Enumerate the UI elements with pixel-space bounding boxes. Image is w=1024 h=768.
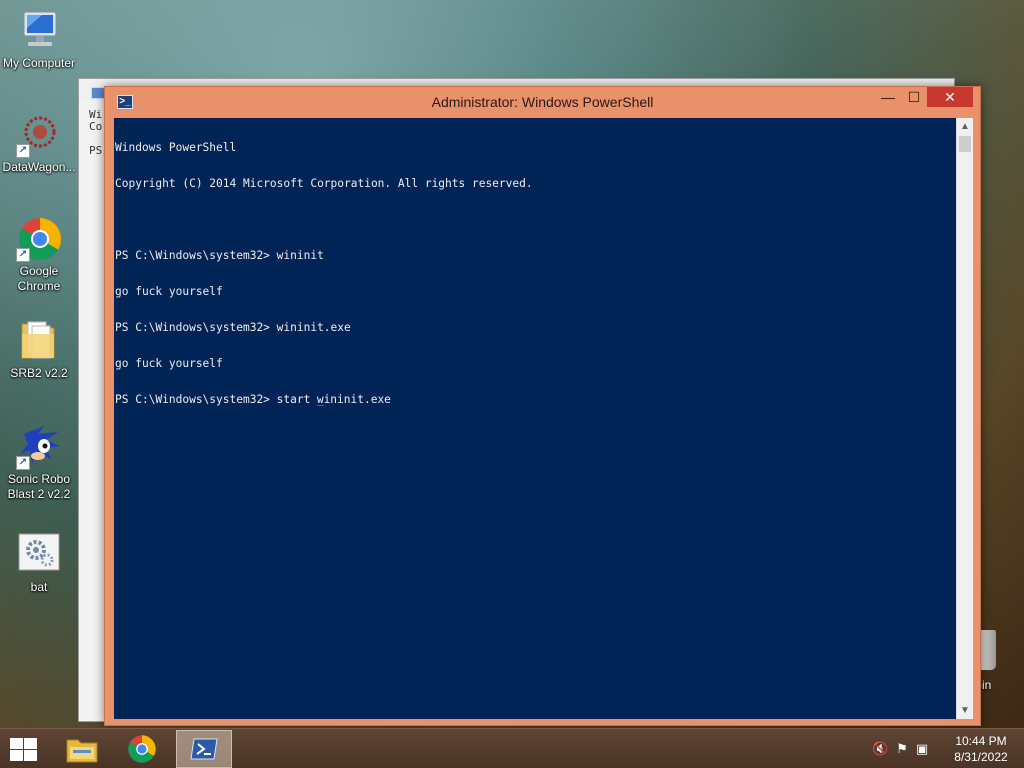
taskbar-file-explorer[interactable] <box>54 730 110 768</box>
taskbar-windows-powershell[interactable] <box>176 730 232 768</box>
scrollbar-thumb[interactable] <box>959 136 971 152</box>
clock-date: 8/31/2022 <box>954 750 1008 764</box>
folder-icon <box>16 318 62 364</box>
console-line: PS C:\Windows\system32> wininit <box>115 249 324 262</box>
desktop-icon-sonic-robo-blast-2[interactable]: ↗ Sonic Robo Blast 2 v2.2 <box>0 424 78 502</box>
background-window-text: Wi Co PS <box>89 109 102 157</box>
windows-logo-pane <box>24 750 37 761</box>
powershell-icon <box>190 738 218 760</box>
console-input-line[interactable]: PS C:\Windows\system32> start _wininit.e… <box>115 394 956 406</box>
desktop-icon-label: SRB2 v2.2 <box>10 366 68 380</box>
volume-muted-icon[interactable]: 🔇 <box>872 741 888 757</box>
desktop-icon-label: My Computer <box>2 56 76 70</box>
maximize-button[interactable]: ☐ <box>901 87 927 107</box>
console-input-after-cursor: wininit.exe <box>316 393 391 406</box>
console-line: Copyright (C) 2014 Microsoft Corporation… <box>115 177 533 190</box>
desktop-icon-label: bat <box>30 580 48 594</box>
windows-logo-icon <box>10 738 23 749</box>
desktop-icon-google-chrome[interactable]: ↗ Google Chrome <box>0 216 78 294</box>
shortcut-arrow-icon: ↗ <box>16 248 30 262</box>
shortcut-arrow-icon: ↗ <box>16 144 30 158</box>
vertical-scrollbar[interactable]: ▲ ▼ <box>956 118 973 719</box>
datawagon-icon: ↗ <box>16 112 62 158</box>
scroll-up-arrow-icon[interactable]: ▲ <box>957 118 973 135</box>
console-line: go fuck yourself <box>115 357 223 370</box>
taskbar-google-chrome[interactable] <box>114 730 170 768</box>
window-titlebar[interactable]: >_ Administrator: Windows PowerShell — ☐… <box>105 87 980 117</box>
powershell-icon <box>91 87 105 99</box>
desktop-icon-label: Google Chrome <box>17 264 61 293</box>
taskbar: 🔇 ⚑ ▣ 10:44 PM 8/31/2022 <box>0 728 1024 768</box>
desktop-icon-bat[interactable]: bat <box>0 532 78 595</box>
desktop-icon-srb2-folder[interactable]: SRB2 v2.2 <box>0 318 78 381</box>
action-center-flag-icon[interactable]: ⚑ <box>896 741 908 757</box>
folder-icon <box>66 739 98 763</box>
console-prompt: PS C:\Windows\system32> <box>115 393 277 406</box>
desktop-icon-datawagon[interactable]: ↗ DataWagon... <box>0 112 78 175</box>
windows-logo-pane <box>24 738 37 749</box>
console-line: PS C:\Windows\system32> wininit.exe <box>115 321 351 334</box>
console-input-before-cursor: start <box>276 393 318 406</box>
window-title: Administrator: Windows PowerShell <box>431 94 654 110</box>
network-icon[interactable]: ▣ <box>916 741 928 757</box>
chrome-icon: ↗ <box>16 216 62 262</box>
desktop-icon-label: DataWagon... <box>2 160 76 174</box>
desktop-icon-my-computer[interactable]: My Computer <box>0 8 78 71</box>
desktop-icon-label: Sonic Robo Blast 2 v2.2 <box>7 472 71 501</box>
console-line: go fuck yourself <box>115 285 223 298</box>
powershell-window[interactable]: >_ Administrator: Windows PowerShell — ☐… <box>104 86 981 726</box>
clock-time: 10:44 PM <box>955 734 1007 748</box>
scroll-down-arrow-icon[interactable]: ▼ <box>957 702 973 719</box>
shortcut-arrow-icon: ↗ <box>16 456 30 470</box>
console-line: Windows PowerShell <box>115 141 237 154</box>
computer-icon <box>16 8 62 54</box>
sonic-icon: ↗ <box>16 424 62 470</box>
start-button[interactable] <box>8 737 38 761</box>
chrome-icon <box>128 735 156 763</box>
taskbar-clock[interactable]: 10:44 PM 8/31/2022 <box>944 733 1018 765</box>
console-output[interactable]: Windows PowerShell Copyright (C) 2014 Mi… <box>114 118 956 719</box>
background-line: PS <box>89 144 103 157</box>
close-button[interactable]: ✕ <box>927 87 973 107</box>
batch-file-gear-icon <box>16 532 62 578</box>
minimize-button[interactable]: — <box>875 87 901 107</box>
system-tray: 🔇 ⚑ ▣ <box>872 729 928 768</box>
background-line: Co <box>89 120 103 133</box>
windows-logo-pane <box>10 750 23 761</box>
